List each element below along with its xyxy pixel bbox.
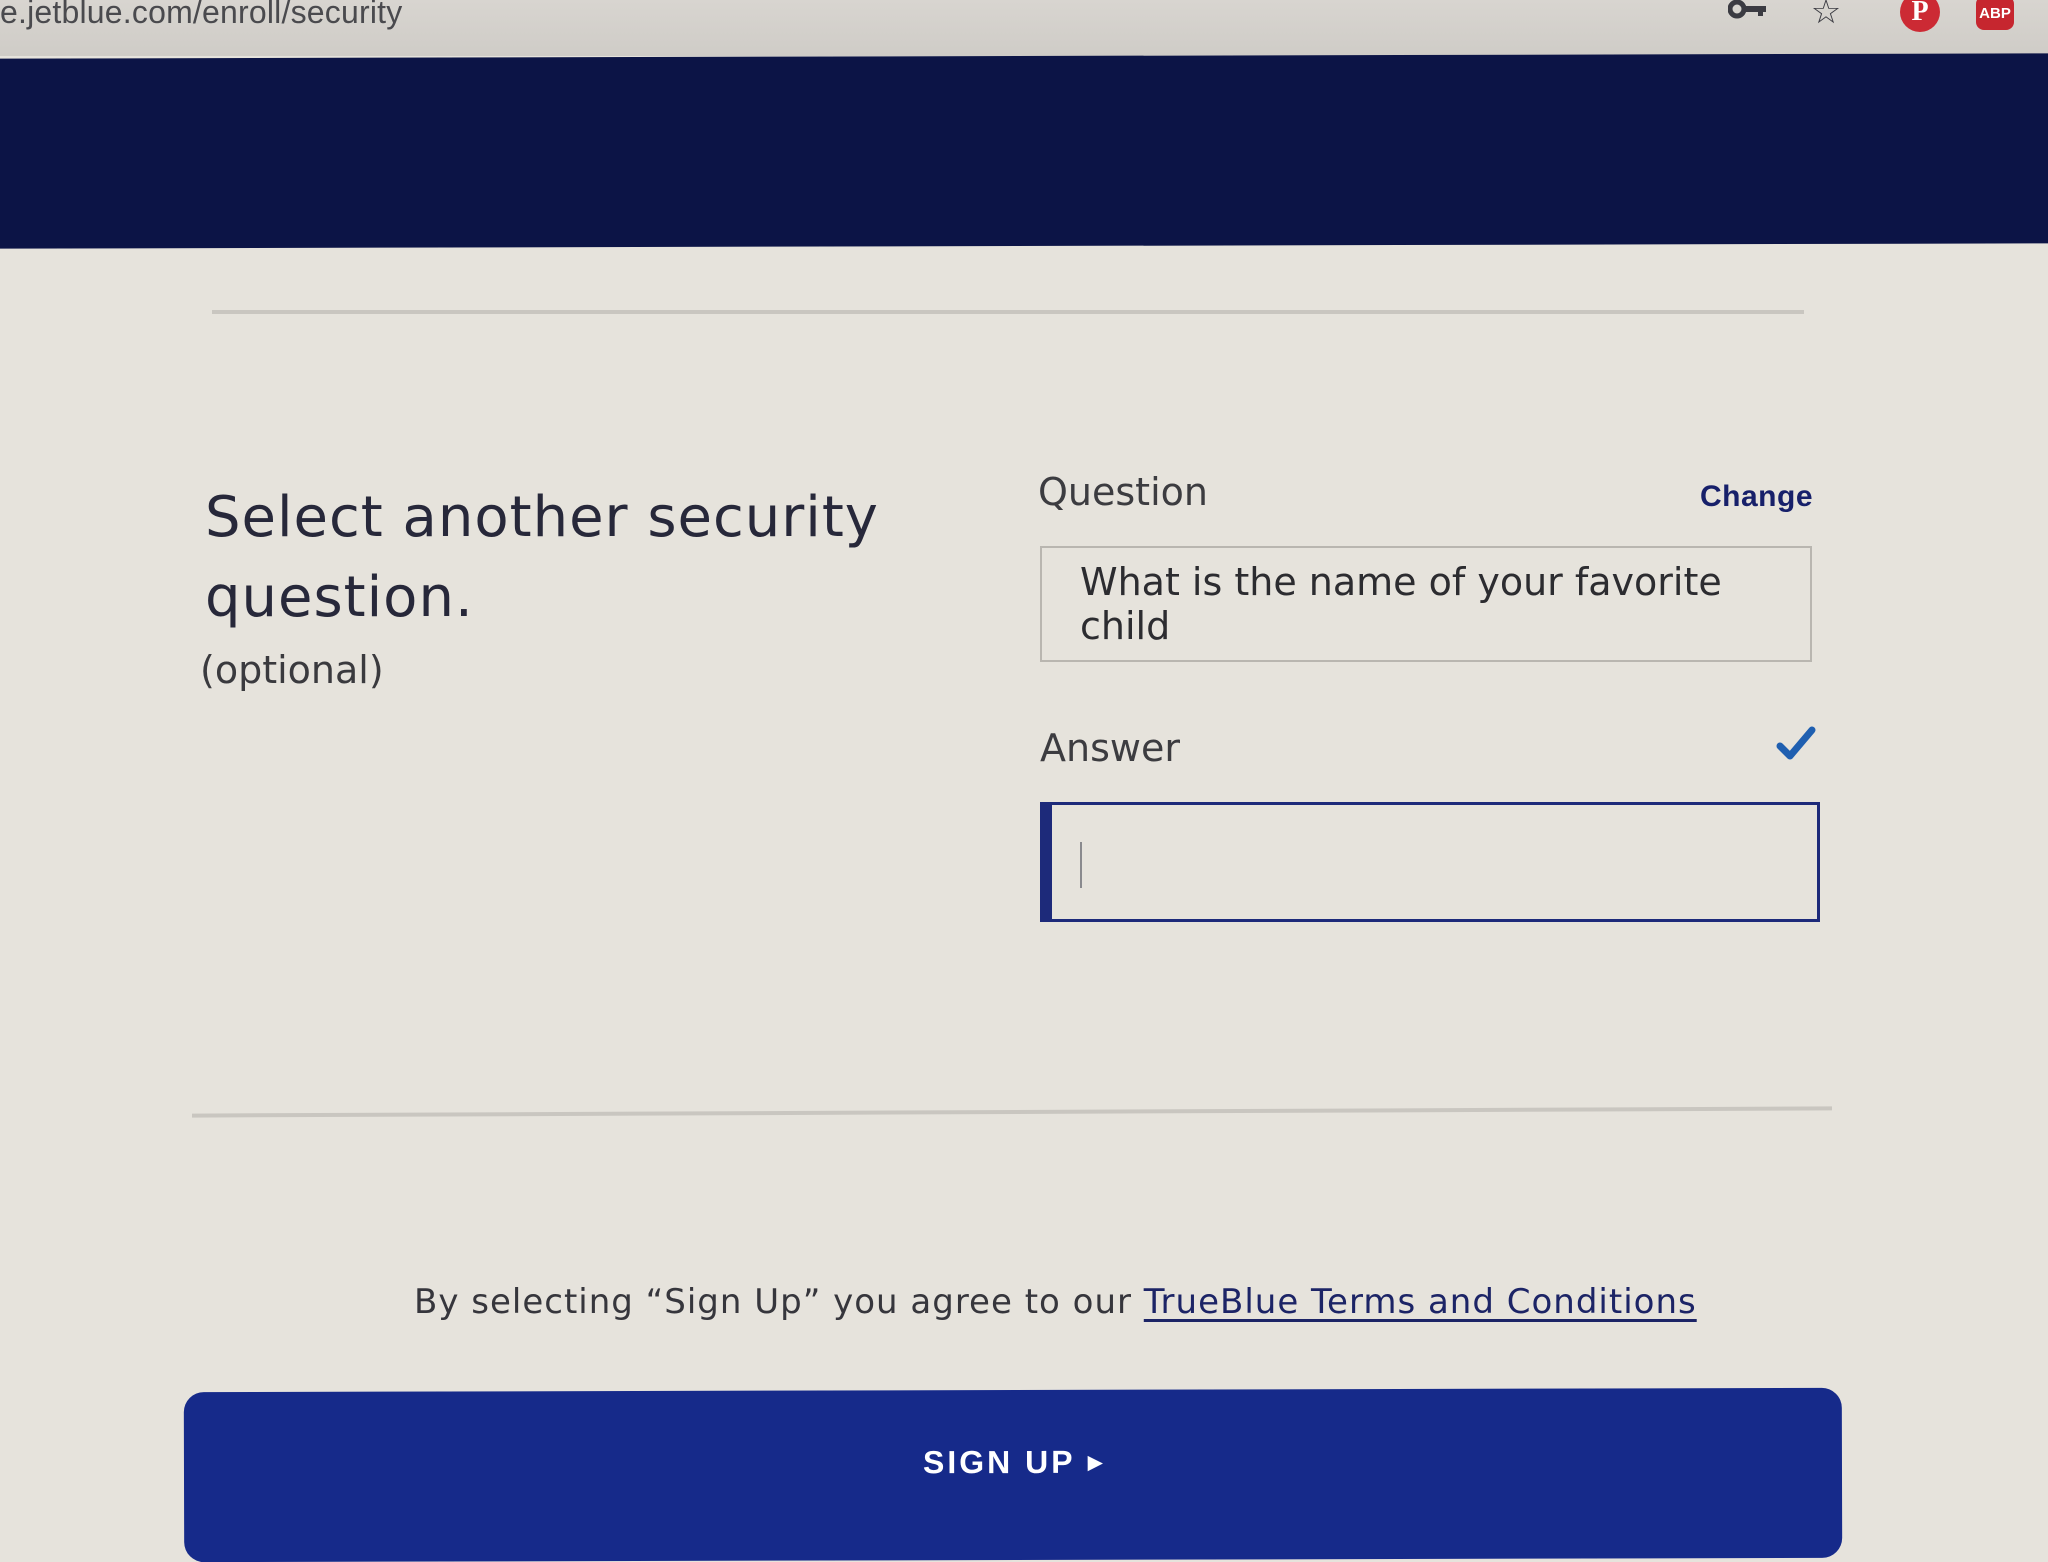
section-divider-bottom bbox=[191, 1106, 1833, 1118]
terms-notice: By selecting “Sign Up” you agree to our … bbox=[414, 1282, 1697, 1322]
selected-question-field[interactable]: What is the name of your favorite child bbox=[1040, 546, 1812, 662]
pinterest-extension-icon[interactable]: P bbox=[1900, 0, 1940, 32]
answer-input[interactable] bbox=[1040, 802, 1820, 922]
terms-prefix: By selecting “Sign Up” you agree to our bbox=[414, 1282, 1144, 1322]
section-title: Select another security question. bbox=[205, 485, 879, 630]
terms-and-conditions-link[interactable]: TrueBlue Terms and Conditions bbox=[1144, 1282, 1697, 1322]
browser-toolbar: e.jetblue.com/enroll/security ☆ P ABP bbox=[0, 0, 2048, 56]
site-header-bar bbox=[0, 53, 2048, 249]
checkmark-icon bbox=[1776, 724, 1816, 764]
answer-label: Answer bbox=[1040, 726, 1180, 770]
selected-question-text: What is the name of your favorite child bbox=[1080, 560, 1722, 648]
password-key-icon[interactable] bbox=[1728, 0, 1768, 22]
bookmark-star-icon[interactable]: ☆ bbox=[1808, 0, 1844, 30]
question-label: Question bbox=[1038, 470, 1208, 514]
section-divider-top bbox=[212, 310, 1804, 314]
change-question-link[interactable]: Change bbox=[1700, 480, 1813, 514]
address-bar-url[interactable]: e.jetblue.com/enroll/security bbox=[0, 0, 402, 31]
optional-label: (optional) bbox=[200, 648, 384, 692]
text-caret bbox=[1080, 842, 1082, 888]
chevron-right-icon: ▶ bbox=[1087, 1451, 1103, 1474]
adblock-plus-icon[interactable]: ABP bbox=[1976, 0, 2014, 30]
sign-up-label: SIGN UP bbox=[922, 1443, 1076, 1481]
